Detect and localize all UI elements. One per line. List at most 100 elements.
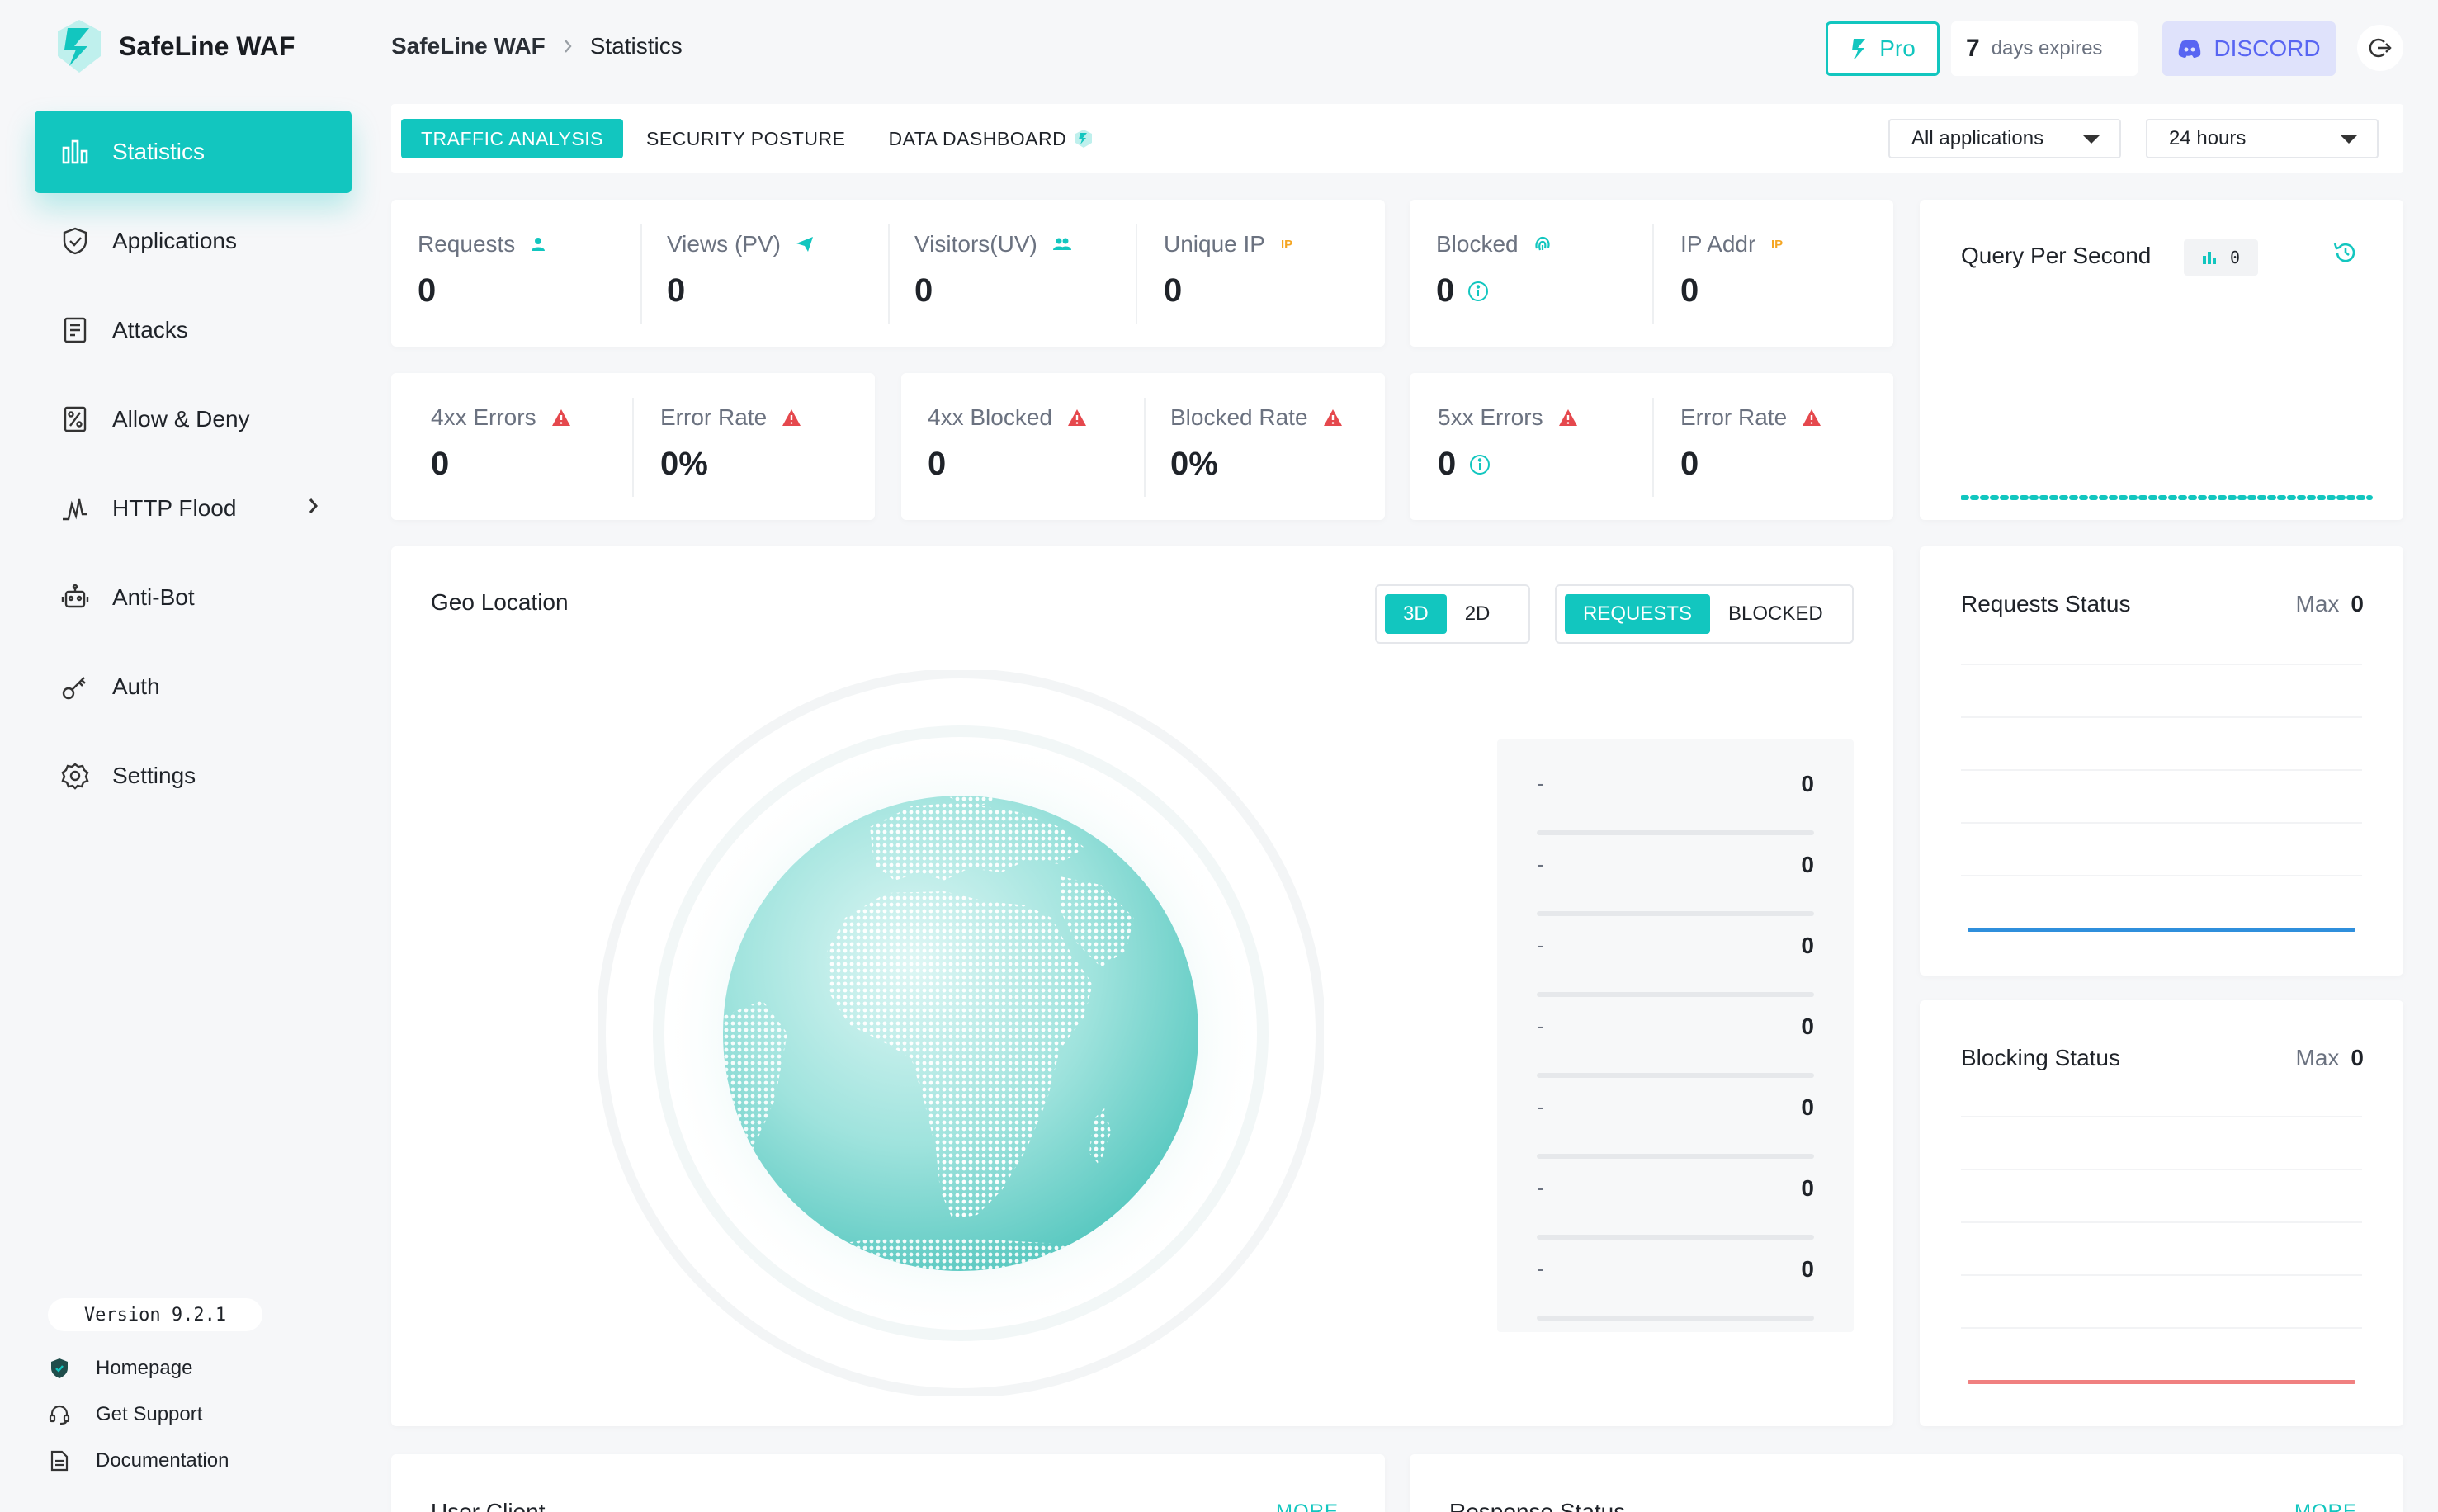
pro-button[interactable]: Pro	[1826, 21, 1940, 76]
sidebar-item-settings[interactable]: Settings	[35, 735, 352, 817]
sidebar-item-http-flood[interactable]: HTTP Flood	[35, 467, 352, 550]
documentation-link[interactable]: Documentation	[48, 1438, 229, 1484]
blocking-status-card: Blocking Status Max 0	[1920, 1000, 2403, 1426]
user-client-more-link[interactable]: MORE	[1276, 1500, 1339, 1512]
info-icon[interactable]	[1467, 281, 1489, 302]
globe-3d[interactable]	[598, 670, 1324, 1396]
list-item: - 0	[1537, 1243, 1814, 1324]
sidebar-item-attacks[interactable]: Attacks	[35, 289, 352, 371]
warning-icon	[551, 409, 571, 427]
blocking-status-title: Blocking Status	[1961, 1045, 2120, 1070]
sidebar-item-statistics[interactable]: Statistics	[35, 111, 352, 193]
homepage-shield-icon	[48, 1357, 71, 1380]
sidebar-item-auth[interactable]: Auth	[35, 645, 352, 728]
geo-row-value: 0	[1801, 852, 1814, 877]
sidebar-item-label: Statistics	[112, 139, 206, 164]
stat-value: 0	[1164, 272, 1183, 309]
gridline	[1961, 769, 2362, 771]
logout-button[interactable]	[2357, 25, 2403, 71]
gridline	[1961, 664, 2362, 665]
homepage-label: Homepage	[96, 1357, 193, 1379]
warning-icon	[1067, 409, 1087, 427]
stat-label: Blocked	[1436, 231, 1519, 257]
stat-label: Error Rate	[660, 404, 768, 430]
metric-requests-button[interactable]: REQUESTS	[1565, 594, 1711, 634]
list-item: - 0	[1537, 919, 1814, 1000]
sidebar-item-label: Anti-Bot	[112, 584, 195, 610]
safeline-pro-icon	[1075, 129, 1093, 149]
stat-label: 5xx Errors	[1438, 404, 1543, 430]
report-icon	[59, 314, 91, 346]
geo-row-name: -	[1537, 933, 1544, 957]
divider	[1144, 398, 1146, 497]
tab-traffic-analysis[interactable]: TRAFFIC ANALYSIS	[401, 119, 624, 158]
user-client-card: User Client MORE	[391, 1454, 1385, 1512]
geo-row-bar	[1537, 1235, 1814, 1240]
geo-metric-toggle: REQUESTS BLOCKED	[1555, 584, 1854, 644]
geo-row-value: 0	[1801, 1094, 1814, 1120]
response-status-more-link[interactable]: MORE	[2294, 1500, 2357, 1512]
geo-row-bar	[1537, 992, 1814, 997]
warning-icon	[782, 409, 801, 427]
brand-name: SafeLine WAF	[119, 31, 295, 61]
time-range-select[interactable]: 24 hours	[2146, 119, 2379, 158]
blocked-4xx-card: 4xx Blocked 0 Blocked Rate 0%	[901, 373, 1385, 520]
qps-badge-value: 0	[2229, 248, 2241, 267]
tab-data-dashboard[interactable]: DATA DASHBOARD	[868, 119, 1113, 158]
sidebar-item-anti-bot[interactable]: Anti-Bot	[35, 556, 352, 639]
blocking-series-line	[1968, 1380, 2355, 1384]
stat-value: 0	[928, 446, 947, 482]
geo-row-bar	[1537, 1316, 1814, 1321]
sidebar-nav: Statistics Applications Attacks Allow & …	[35, 111, 352, 824]
robot-icon	[59, 582, 91, 613]
users-icon	[1052, 236, 1072, 253]
logout-icon	[2368, 35, 2393, 60]
percent-list-icon	[59, 404, 91, 435]
sidebar-item-label: Attacks	[112, 317, 188, 343]
sidebar: SafeLine WAF Statistics Applications Att…	[0, 0, 380, 1512]
list-item: - 0	[1537, 1000, 1814, 1081]
history-icon[interactable]	[2332, 239, 2359, 270]
view-3d-button[interactable]: 3D	[1385, 594, 1447, 634]
blocking-status-max: Max 0	[2296, 1045, 2364, 1071]
stat-value: 0%	[1170, 446, 1218, 482]
breadcrumb-root[interactable]: SafeLine WAF	[391, 33, 546, 59]
gridline	[1961, 1221, 2362, 1223]
errors-5xx-card: 5xx Errors 0 Error Rate 0	[1410, 373, 1893, 520]
discord-button[interactable]: DISCORD	[2162, 21, 2336, 76]
max-value: 0	[2351, 591, 2364, 617]
view-2d-button[interactable]: 2D	[1447, 594, 1509, 634]
sidebar-footer-links: Homepage Get Support Documentation	[48, 1345, 229, 1484]
max-label: Max	[2295, 1045, 2340, 1070]
discord-label: DISCORD	[2214, 35, 2321, 61]
list-item: - 0	[1537, 1162, 1814, 1243]
safeline-pro-icon	[1850, 36, 1869, 61]
homepage-link[interactable]: Homepage	[48, 1345, 229, 1392]
expires-text: days expires	[1991, 37, 2103, 59]
license-expires: 7 days expires	[1951, 21, 2138, 76]
geo-row-name: -	[1537, 1094, 1544, 1119]
divider	[1652, 224, 1654, 324]
tab-security-posture[interactable]: SECURITY POSTURE	[626, 119, 865, 158]
application-select[interactable]: All applications	[1888, 119, 2121, 158]
stat-value: 0	[914, 272, 933, 309]
headset-icon	[48, 1403, 71, 1426]
get-support-link[interactable]: Get Support	[48, 1392, 229, 1438]
list-item: - 0	[1537, 839, 1814, 919]
caret-down-icon	[2083, 135, 2100, 144]
sidebar-item-allow-deny[interactable]: Allow & Deny	[35, 378, 352, 461]
requests-status-title: Requests Status	[1961, 591, 2131, 617]
sidebar-item-applications[interactable]: Applications	[35, 200, 352, 282]
stat-label: 4xx Errors	[431, 404, 536, 430]
pro-label: Pro	[1879, 35, 1916, 61]
list-item: - 0	[1537, 1081, 1814, 1162]
chevron-right-icon	[562, 37, 574, 55]
info-icon[interactable]	[1469, 454, 1491, 475]
sidebar-item-label: Settings	[112, 763, 196, 788]
metric-blocked-button[interactable]: BLOCKED	[1710, 594, 1841, 634]
time-range-select-value: 24 hours	[2169, 127, 2247, 149]
chevron-right-icon	[307, 495, 320, 522]
geo-title: Geo Location	[431, 589, 569, 615]
brand[interactable]: SafeLine WAF	[54, 18, 295, 74]
warning-icon	[1323, 409, 1343, 427]
